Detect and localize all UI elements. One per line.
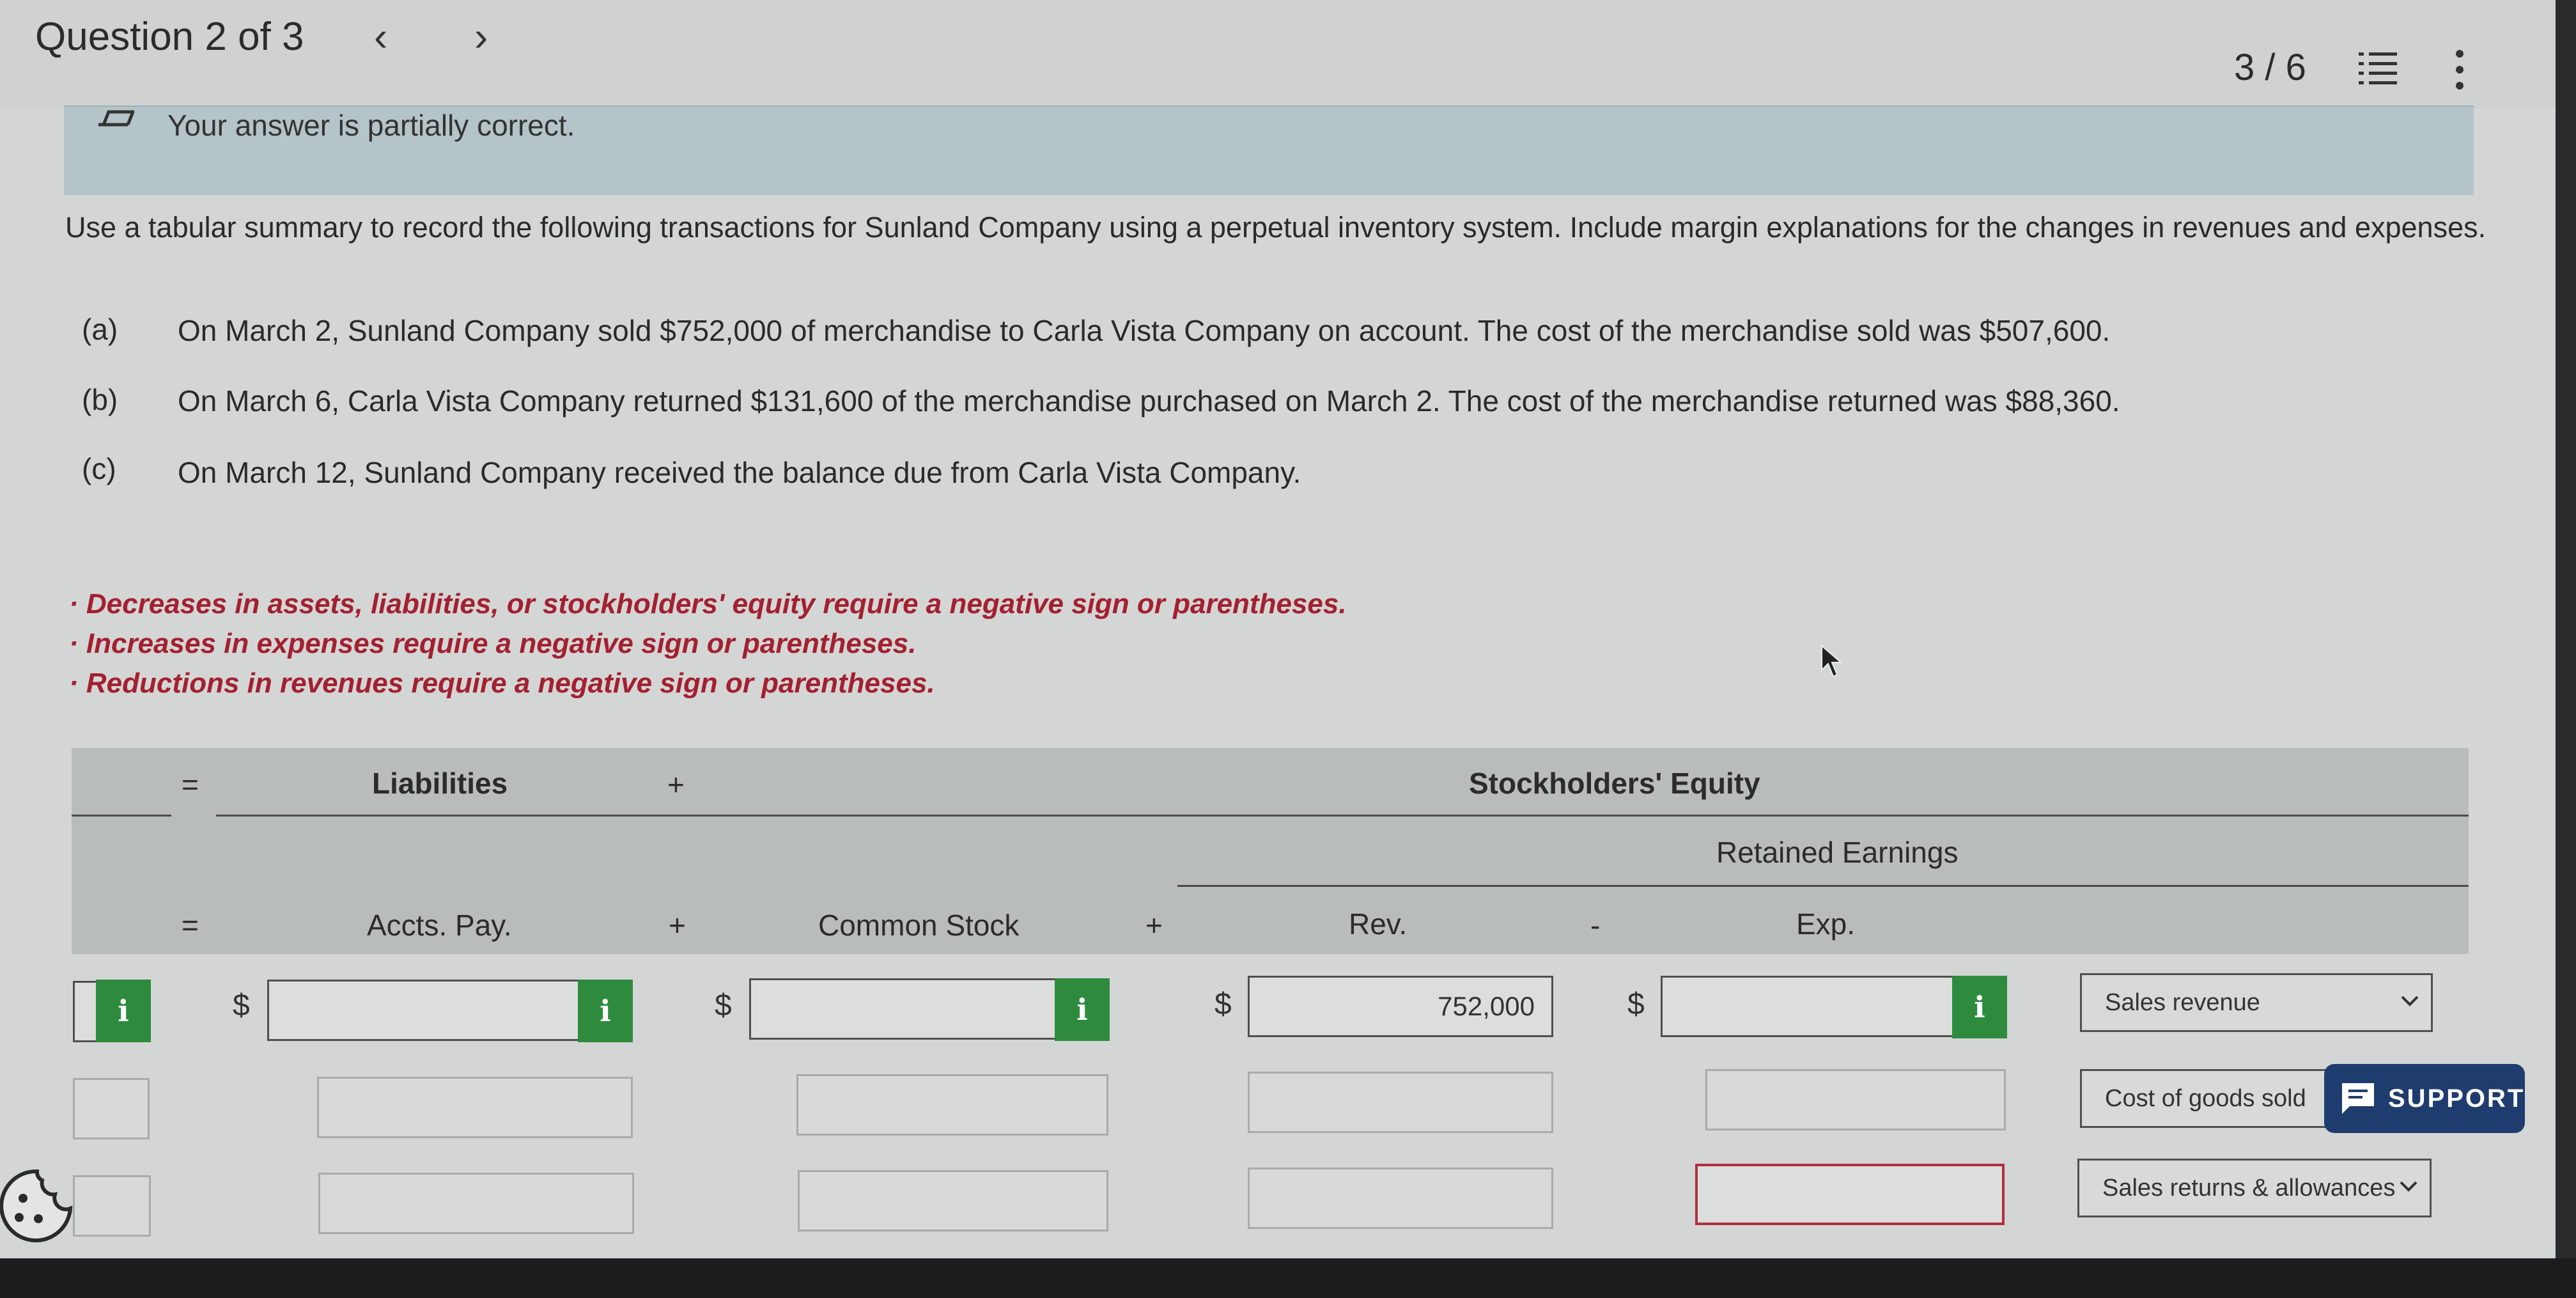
exp-input-error[interactable] [1695, 1164, 2005, 1225]
exp-input[interactable] [1705, 1069, 2006, 1130]
minus-sign: - [1590, 909, 1601, 942]
accts-pay-header: Accts. Pay. [367, 909, 512, 942]
item-label-a: (a) [82, 313, 118, 346]
note-revenues: · Reductions in revenues require a negat… [69, 668, 935, 699]
info-button[interactable]: i [1952, 976, 2007, 1038]
problem-instructions: Use a tabular summary to record the foll… [65, 211, 2487, 244]
plus-sign-3: + [1145, 909, 1163, 942]
chat-icon [2342, 1083, 2374, 1114]
note-expenses: · Increases in expenses require a negati… [69, 628, 917, 659]
note-decreases: · Decreases in assets, liabilities, or s… [69, 588, 1347, 620]
currency-symbol: $ [233, 989, 250, 1022]
retained-earnings-header: Retained Earnings [1716, 836, 1959, 869]
item-label-c: (c) [82, 452, 116, 485]
explanation-select-1[interactable]: Sales revenue [2080, 973, 2433, 1032]
currency-symbol: $ [715, 989, 732, 1022]
plus-sign-2: + [669, 909, 686, 942]
equals-sign: = [182, 768, 199, 801]
item-label-b: (b) [82, 383, 118, 416]
support-button[interactable]: SUPPORT [2324, 1064, 2525, 1133]
screen-edge [2556, 0, 2576, 1298]
common-stock-input[interactable] [749, 978, 1066, 1040]
exp-header: Exp. [1796, 907, 1856, 941]
assets-input[interactable] [73, 1078, 150, 1139]
chevron-right-icon[interactable]: › [474, 13, 488, 60]
mouse-pointer-icon [1821, 645, 1843, 678]
question-list-icon[interactable] [2359, 51, 2397, 86]
accts-pay-input[interactable] [267, 980, 583, 1041]
explanation-select-2[interactable]: Cost of goods sold [2080, 1069, 2348, 1128]
item-text-b: On March 6, Carla Vista Company returned… [178, 384, 2120, 418]
liabilities-underline [216, 815, 727, 817]
common-stock-input[interactable] [796, 1074, 1108, 1136]
currency-symbol: $ [1627, 987, 1645, 1021]
explanation-value: Sales revenue [2105, 989, 2260, 1016]
question-counter: Question 2 of 3 [35, 15, 304, 59]
sign-notes: · Decreases in assets, liabilities, or s… [69, 588, 1347, 707]
liabilities-header: Liabilities [372, 767, 508, 800]
table-header: = Liabilities + Stockholders' Equity Ret… [72, 748, 2469, 954]
chevron-down-icon [2400, 1181, 2417, 1192]
plus-sign: + [667, 768, 685, 801]
feedback-banner: Your answer is partially correct. [64, 106, 2474, 195]
currency-symbol: $ [1214, 987, 1232, 1021]
equals-sign-2: = [182, 909, 199, 942]
rev-input[interactable] [1248, 1072, 1553, 1133]
common-stock-header: Common Stock [818, 909, 1020, 942]
info-button[interactable]: i [1055, 978, 1110, 1041]
item-text-c: On March 12, Sunland Company received th… [178, 456, 1301, 489]
more-options-icon[interactable] [2453, 49, 2466, 91]
common-stock-input[interactable] [798, 1170, 1108, 1232]
rev-header: Rev. [1349, 907, 1408, 941]
accts-pay-input[interactable] [318, 1173, 634, 1234]
explanation-value: Cost of goods sold [2105, 1085, 2306, 1112]
screen-bottom-edge [0, 1258, 2576, 1298]
pencil-icon [98, 110, 134, 127]
chevron-down-icon [2401, 996, 2419, 1006]
accts-pay-input[interactable] [317, 1077, 633, 1138]
rev-input[interactable]: 752,000 [1248, 976, 1553, 1037]
rev-input[interactable] [1248, 1168, 1553, 1229]
explanation-select-3[interactable]: Sales returns & allowances [2077, 1159, 2432, 1217]
assets-underline [72, 815, 171, 817]
equity-underline [702, 815, 2469, 817]
top-bar: Question 2 of 3 ‹ › 3 / 6 [0, 0, 2576, 109]
exp-input[interactable] [1661, 976, 1965, 1037]
info-button[interactable]: i [96, 980, 151, 1042]
retained-earnings-underline [1177, 885, 2469, 887]
page-count: 3 / 6 [2234, 47, 2306, 88]
feedback-message: Your answer is partially correct. [167, 109, 575, 142]
explanation-value: Sales returns & allowances [2102, 1175, 2396, 1201]
stockholders-equity-header: Stockholders' Equity [1469, 767, 1760, 800]
cookie-icon[interactable] [0, 1166, 74, 1244]
info-button[interactable]: i [578, 980, 633, 1042]
chevron-left-icon[interactable]: ‹ [374, 13, 387, 60]
assets-input[interactable] [73, 1175, 151, 1237]
item-text-a: On March 2, Sunland Company sold $752,00… [178, 314, 2111, 347]
support-label: SUPPORT [2388, 1084, 2526, 1113]
